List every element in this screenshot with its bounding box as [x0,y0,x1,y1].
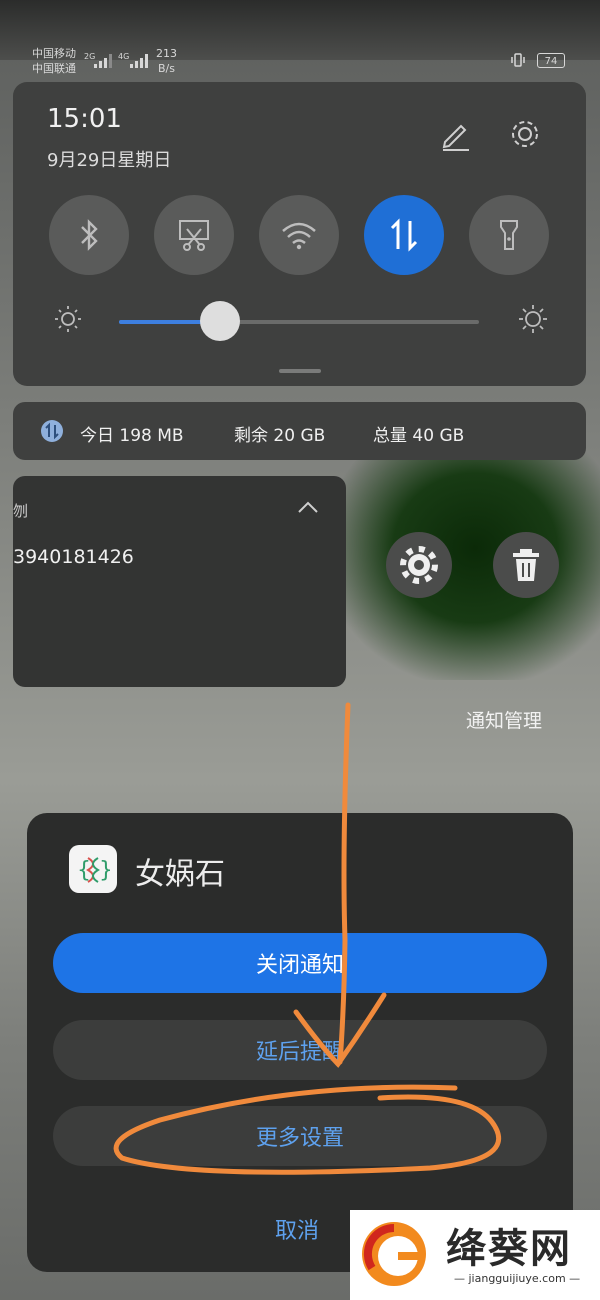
background-glow [330,440,600,680]
vibrate-icon [511,53,525,67]
tile-wifi[interactable] [259,195,339,275]
cancel-button[interactable]: 取消 [275,1213,319,1245]
svg-text:}: } [99,858,110,883]
data-usage-bar[interactable]: 今日 198 MB 剩余 20 GB 总量 40 GB [13,402,586,460]
mobile-data-arrows-icon [390,218,418,252]
notification-title: 刎 [13,502,29,520]
data-total: 总量 40 GB [373,426,465,446]
brightness-low-icon [55,306,81,332]
carrier-1: 中国移动 [32,47,76,60]
watermark-logo [362,1222,426,1286]
data-usage-icon [41,420,63,442]
clock-date: 9月29日星期日 [47,150,172,171]
quick-settings-panel: 15:01 9月29日星期日 [13,82,586,386]
chevron-up-icon[interactable] [296,498,320,516]
tile-bluetooth[interactable] [49,195,129,275]
tile-mobile-data[interactable] [364,195,444,275]
network-speed: 213 B/s [156,46,177,76]
carrier-2: 中国联通 [32,62,76,75]
data-today: 今日 198 MB [80,426,184,446]
brightness-high-icon [519,305,547,333]
scissors-screenshot-icon [179,220,209,251]
battery-indicator: 74 [537,53,565,68]
signal-icon [94,54,112,68]
watermark-name: 绛葵网 [446,1226,572,1272]
clock-time: 15:01 [47,104,122,134]
notification-body: 3940181426 [13,546,134,568]
watermark: 绛葵网 — jiangguijiuye.com — [350,1210,600,1300]
signal-icon-2 [130,54,148,68]
edit-icon[interactable] [437,116,473,152]
flashlight-icon [500,220,518,250]
app-icon: { } [69,845,117,893]
notification-card[interactable]: 刎 3940181426 [13,476,346,687]
network-type-2: 4G [118,52,130,61]
notification-settings-button[interactable] [386,532,452,598]
speed-value: 213 [156,47,177,60]
watermark-url: — jiangguijiuye.com — [454,1272,581,1285]
trash-icon [513,549,539,581]
tile-screenshot[interactable] [154,195,234,275]
snooze-button[interactable]: 延后提醒 [53,1020,547,1080]
gear-icon [400,546,438,584]
more-settings-button[interactable]: 更多设置 [53,1106,547,1166]
bluetooth-icon [81,219,98,251]
carrier-names: 中国移动 中国联通 [32,46,76,76]
brightness-thumb[interactable] [199,301,240,341]
status-bar: 中国移动 中国联通 2G 4G 213 B/s 74 [0,40,600,82]
dna-icon: { } [77,857,110,883]
settings-gear-icon[interactable] [507,116,543,152]
close-notifications-button[interactable]: 关闭通知 [53,933,547,993]
notification-management-link[interactable]: 通知管理 [466,706,542,733]
app-name: 女娲石 [135,857,225,892]
wifi-icon [282,222,316,250]
brightness-slider[interactable] [119,320,479,324]
drag-handle[interactable] [279,369,321,373]
tile-flashlight[interactable] [469,195,549,275]
speed-unit: B/s [158,62,175,75]
notification-options-dialog: { } 女娲石 关闭通知 延后提醒 更多设置 取消 [27,813,573,1272]
data-remaining: 剩余 20 GB [234,426,326,446]
notification-delete-button[interactable] [493,532,559,598]
